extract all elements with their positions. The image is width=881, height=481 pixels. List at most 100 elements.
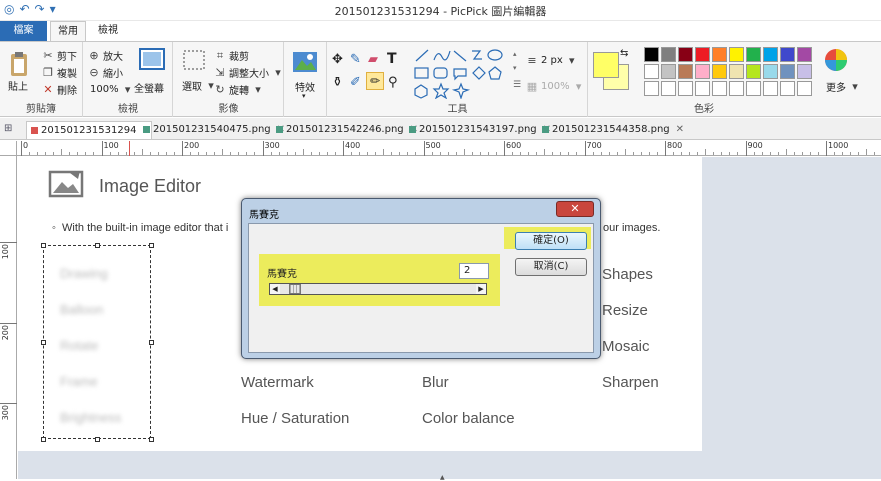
tab-home[interactable]: 常用 [50, 21, 86, 41]
rotate-button[interactable]: ↻ 旋轉 ▾ [214, 82, 264, 97]
dialog-close-button[interactable]: ✕ [556, 201, 594, 217]
mosaic-size-input[interactable]: 2 [459, 263, 489, 279]
color-swatch[interactable] [678, 64, 693, 79]
selection-handle[interactable] [41, 437, 46, 442]
resize-button[interactable]: ⇲ 調整大小 ▾ [214, 65, 284, 80]
more-colors-button[interactable]: 更多 ▾ [826, 79, 861, 94]
ok-button[interactable]: 確定(O) [515, 232, 587, 250]
selection-box[interactable] [43, 245, 151, 439]
selection-handle[interactable] [95, 243, 100, 248]
zoom-out-button[interactable]: ⊖ 縮小 [88, 65, 123, 80]
brush-icon[interactable]: ✐ [350, 75, 361, 90]
primary-color[interactable] [593, 52, 619, 78]
color-swatch[interactable] [678, 47, 693, 62]
color-swatch[interactable] [678, 81, 693, 96]
color-wheel-icon[interactable] [823, 47, 851, 75]
tab-view[interactable]: 檢視 [90, 21, 126, 41]
zoom-in-button[interactable]: ⊕ 放大 [88, 48, 123, 63]
color-swatch[interactable] [661, 81, 676, 96]
opacity-dropdown[interactable]: ▦ 100% ▾ [526, 80, 585, 93]
cut-button[interactable]: ✂ 剪下 [42, 48, 77, 63]
color-swatch[interactable] [712, 81, 727, 96]
pen-icon[interactable]: ✎ [350, 52, 361, 67]
color-swatch[interactable] [780, 64, 795, 79]
color-picker-icon[interactable]: ⚲ [388, 75, 398, 90]
color-swatch[interactable] [644, 81, 659, 96]
selection-handle[interactable] [149, 437, 154, 442]
text-icon[interactable]: T [387, 51, 397, 67]
color-swatch[interactable] [729, 64, 744, 79]
fullscreen-icon[interactable] [139, 48, 167, 76]
selection-handle[interactable] [41, 340, 46, 345]
selection-handle[interactable] [149, 243, 154, 248]
color-swatch[interactable] [712, 64, 727, 79]
color-swatch[interactable] [746, 47, 761, 62]
color-swatch[interactable] [695, 47, 710, 62]
color-swatch[interactable] [763, 81, 778, 96]
document-tab[interactable]: 201501231531294✕ [26, 121, 152, 139]
document-tab[interactable]: 201501231540475.png✕ [139, 121, 285, 139]
paste-button[interactable]: 貼上 [8, 78, 28, 93]
color-swatch[interactable] [661, 64, 676, 79]
color-swatch[interactable] [644, 64, 659, 79]
document-tabs: ⊞ 201501231531294✕201501231540475.png✕20… [0, 118, 881, 140]
tabs-grid-icon[interactable]: ⊞ [4, 123, 12, 134]
mosaic-dialog: 馬賽克 ✕ 馬賽克 2 ◀ ▶ 確定(O) 取消(C) [241, 198, 601, 359]
slider-left-arrow-icon[interactable]: ◀ [270, 284, 280, 294]
line-width-dropdown[interactable]: ≡ 2 px ▾ [526, 54, 578, 67]
color-swatch[interactable] [644, 47, 659, 62]
eraser-icon[interactable]: ▰ [368, 52, 378, 67]
color-swatch[interactable] [797, 81, 812, 96]
canvas-resize-handle[interactable]: ▲ [440, 474, 445, 481]
move-icon[interactable]: ✥ [332, 52, 343, 67]
shapes-gallery[interactable] [412, 47, 510, 100]
color-swatch[interactable] [797, 64, 812, 79]
document-tab[interactable]: 201501231544358.png ✕ [538, 121, 684, 139]
ruler-minor-tick [689, 152, 691, 155]
ruler-minor-tick [600, 152, 602, 155]
fullscreen-button[interactable]: 全螢幕 [134, 80, 164, 95]
ruler-minor-tick [53, 152, 55, 155]
color-swatch[interactable] [763, 64, 778, 79]
zoom-dropdown[interactable]: 100% ▾ [90, 83, 134, 96]
gallery-more-icon[interactable]: ☰ [513, 80, 521, 90]
tab-file[interactable]: 檔案 [0, 21, 47, 41]
color-swatch[interactable] [746, 64, 761, 79]
color-swatch[interactable] [780, 47, 795, 62]
document-tab[interactable]: 201501231543197.png✕ [405, 121, 551, 139]
swap-colors-icon[interactable]: ⇆ [620, 48, 628, 59]
delete-button[interactable]: ✕ 刪除 [42, 82, 77, 97]
crop-button[interactable]: ⌗ 裁剪 [214, 48, 249, 64]
color-swatch[interactable] [746, 81, 761, 96]
line-width-icon: ≡ [527, 54, 537, 67]
select-button[interactable]: 選取 ▾ [182, 78, 217, 93]
color-swatch[interactable] [729, 81, 744, 96]
close-icon[interactable]: ✕ [676, 124, 684, 135]
color-swatch[interactable] [695, 64, 710, 79]
copy-button[interactable]: ❐ 複製 [42, 65, 77, 80]
effects-icon[interactable] [292, 50, 320, 78]
color-swatch[interactable] [712, 47, 727, 62]
paste-icon[interactable] [8, 50, 36, 78]
slider-right-arrow-icon[interactable]: ▶ [476, 284, 486, 294]
cancel-button[interactable]: 取消(C) [515, 258, 587, 276]
chevron-down-icon[interactable]: ▾ [513, 64, 517, 72]
color-swatch[interactable] [780, 81, 795, 96]
slider-thumb[interactable] [289, 284, 302, 294]
color-swatch[interactable] [661, 47, 676, 62]
chevron-down-icon[interactable]: ▾ [302, 92, 306, 100]
mosaic-size-slider[interactable]: ◀ ▶ [269, 283, 487, 295]
fill-bucket-icon[interactable]: ⚱ [332, 75, 343, 90]
select-icon[interactable] [182, 49, 210, 77]
highlighter-icon[interactable]: ✏ [366, 72, 384, 90]
selection-handle[interactable] [149, 340, 154, 345]
color-swatch[interactable] [695, 81, 710, 96]
document-tab[interactable]: 201501231542246.png✕ [272, 121, 418, 139]
chevron-up-icon[interactable]: ▴ [513, 50, 517, 58]
ruler-minor-tick [375, 152, 377, 155]
color-swatch[interactable] [763, 47, 778, 62]
color-swatch[interactable] [797, 47, 812, 62]
selection-handle[interactable] [41, 243, 46, 248]
selection-handle[interactable] [95, 437, 100, 442]
color-swatch[interactable] [729, 47, 744, 62]
